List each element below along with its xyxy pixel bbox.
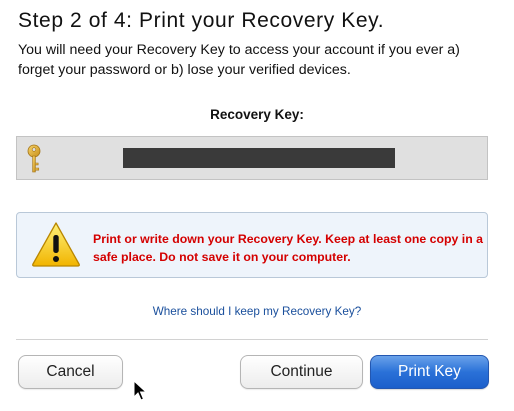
cancel-button[interactable]: Cancel: [18, 355, 123, 389]
mouse-cursor-icon: [133, 380, 147, 401]
warning-box: Print or write down your Recovery Key. K…: [16, 212, 488, 278]
recovery-key-field: [16, 136, 488, 180]
print-key-button[interactable]: Print Key: [370, 355, 489, 389]
recovery-key-dialog: Step 2 of 4: Print your Recovery Key. Yo…: [0, 0, 514, 411]
continue-button[interactable]: Continue: [240, 355, 363, 389]
page-title: Step 2 of 4: Print your Recovery Key.: [18, 9, 385, 32]
divider: [16, 339, 488, 340]
warning-text: Print or write down your Recovery Key. K…: [93, 232, 483, 264]
page-description: You will need your Recovery Key to acces…: [18, 42, 460, 78]
help-link-keep-recovery-key[interactable]: Where should I keep my Recovery Key?: [0, 305, 514, 318]
key-icon: [27, 144, 41, 173]
recovery-key-label: Recovery Key:: [210, 107, 304, 122]
recovery-key-value-redacted: [123, 148, 395, 168]
warning-icon: [32, 222, 80, 267]
